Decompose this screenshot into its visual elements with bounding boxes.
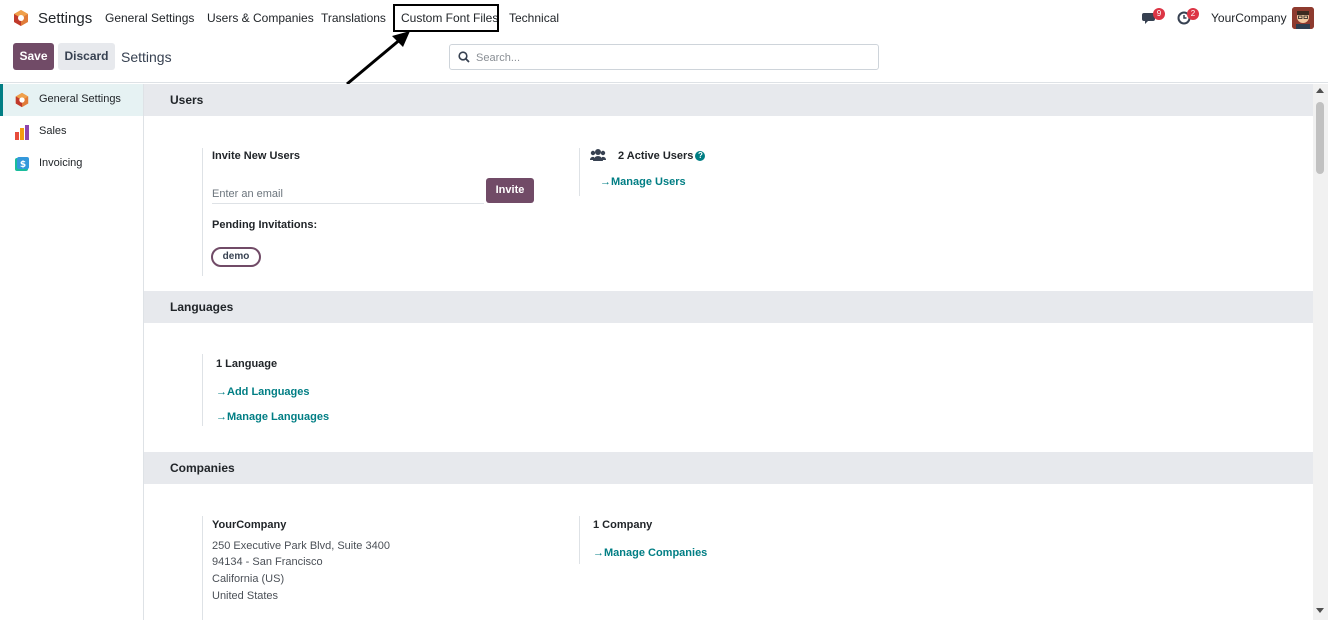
invoicing-icon: $ [15,157,29,171]
section-companies-header: Companies [144,452,1313,484]
invite-email-input[interactable] [212,184,484,204]
help-icon[interactable]: ? [695,151,706,161]
top-navbar: Settings General Settings Users & Compan… [0,0,1328,36]
pending-invitations-label: Pending Invitations: [212,219,318,231]
setting-box-divider [202,354,203,426]
sidebar-item-sales[interactable]: Sales [0,116,143,148]
odoo-settings-icon [15,92,29,108]
scroll-down-arrow-icon[interactable] [1316,608,1324,613]
search-input[interactable] [476,48,871,67]
pending-invitation-tag[interactable]: demo [211,247,261,267]
user-avatar[interactable] [1292,7,1314,29]
app-name[interactable]: Settings [38,10,92,27]
discard-button[interactable]: Discard [58,43,115,70]
svg-text:$: $ [20,160,26,170]
vertical-scrollbar[interactable] [1313,84,1328,620]
sidebar-item-general-settings[interactable]: General Settings [0,84,143,116]
menu-general-settings[interactable]: General Settings [105,11,194,25]
sales-chart-icon [15,125,29,140]
language-count: 1 Language [216,358,278,370]
activity-badge: 2 [1187,8,1199,20]
section-title: Companies [170,461,235,475]
setting-box-divider [202,148,203,276]
control-panel: Save Discard Settings [0,36,1328,83]
section-users-header: Users [144,84,1313,116]
active-indicator [0,84,3,116]
add-languages-link[interactable]: Add Languages [216,386,310,398]
settings-content: Users Invite New Users Invite Pending In… [144,84,1313,620]
setting-box-divider [579,516,580,564]
sidebar-item-label: General Settings [39,93,121,105]
users-group-icon [590,149,606,161]
annotation-arrow-icon [346,31,410,86]
manage-users-link[interactable]: Manage Users [600,176,686,188]
sidebar-item-label: Invoicing [39,157,83,169]
save-button[interactable]: Save [13,43,54,70]
sidebar-item-invoicing[interactable]: $ Invoicing [0,148,143,180]
invite-users-label: Invite New Users [212,150,301,162]
section-title: Languages [170,300,234,314]
menu-users-companies[interactable]: Users & Companies [207,11,314,25]
company-switcher[interactable]: YourCompany [1211,11,1287,25]
chat-badge: 9 [1153,8,1165,20]
section-languages-header: Languages [144,291,1313,323]
settings-sidebar: General Settings Sales $ Invoicing [0,84,144,620]
scroll-thumb[interactable] [1316,102,1324,174]
company-count: 1 Company [593,519,653,531]
company-address-line: 250 Executive Park Blvd, Suite 3400 [212,540,390,552]
scroll-up-arrow-icon[interactable] [1316,88,1324,93]
setting-box-divider [579,148,580,196]
company-address-line: 94134 - San Francisco [212,556,323,568]
section-title: Users [170,93,204,107]
search-box[interactable] [449,44,879,70]
company-address-line: California (US) [212,573,285,585]
company-address-line: United States [212,590,279,602]
active-users-count: 2 Active Users? [618,150,706,162]
company-name: YourCompany [212,519,287,531]
menu-technical[interactable]: Technical [509,11,559,25]
page-title: Settings [121,49,172,65]
search-icon [458,51,470,63]
sidebar-item-label: Sales [39,125,67,137]
manage-languages-link[interactable]: Manage Languages [216,411,329,423]
menu-translations[interactable]: Translations [321,11,386,25]
setting-box-divider [202,516,203,620]
manage-companies-link[interactable]: Manage Companies [593,547,707,559]
invite-button[interactable]: Invite [486,178,534,203]
odoo-settings-icon[interactable] [12,9,30,27]
